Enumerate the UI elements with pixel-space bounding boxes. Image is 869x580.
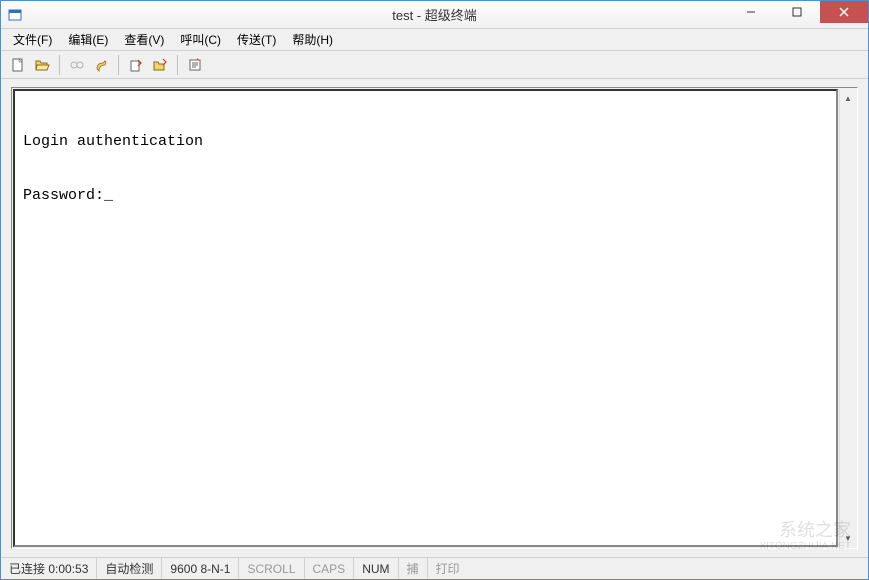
- menu-call[interactable]: 呼叫(C): [172, 29, 229, 50]
- close-button[interactable]: [820, 1, 868, 23]
- terminal-line: Login authentication Password:_: [23, 101, 828, 209]
- status-print: 打印: [428, 558, 468, 579]
- toolbar-separator: [59, 55, 60, 75]
- send-button[interactable]: [125, 54, 147, 76]
- status-connected-label: 已连接: [9, 560, 45, 577]
- status-connection: 已连接 0:00:53: [1, 558, 97, 579]
- maximize-button[interactable]: [774, 1, 820, 23]
- scroll-up-icon[interactable]: ▲: [840, 90, 856, 106]
- menu-transfer[interactable]: 传送(T): [229, 29, 284, 50]
- menu-file[interactable]: 文件(F): [5, 29, 60, 50]
- menu-help[interactable]: 帮助(H): [284, 29, 341, 50]
- menu-view[interactable]: 查看(V): [116, 29, 172, 50]
- toolbar: [1, 51, 868, 79]
- toolbar-separator: [177, 55, 178, 75]
- vertical-scrollbar[interactable]: ▲ ▼: [839, 90, 855, 546]
- properties-button[interactable]: [184, 54, 206, 76]
- disconnect-button[interactable]: [90, 54, 112, 76]
- status-scroll: SCROLL: [239, 558, 304, 579]
- cursor: _: [104, 182, 113, 209]
- menubar: 文件(F) 编辑(E) 查看(V) 呼叫(C) 传送(T) 帮助(H): [1, 29, 868, 51]
- status-caps: CAPS: [305, 558, 355, 579]
- app-icon: [7, 7, 23, 23]
- window-title: test - 超级终端: [392, 5, 477, 24]
- terminal-text: Login authentication: [23, 133, 203, 150]
- status-capture: 捕: [399, 558, 428, 579]
- content-area: Login authentication Password:_ ▲ ▼: [1, 79, 868, 557]
- password-prompt: Password:: [23, 187, 104, 204]
- minimize-button[interactable]: [728, 1, 774, 23]
- toolbar-separator: [118, 55, 119, 75]
- open-button[interactable]: [31, 54, 53, 76]
- statusbar: 已连接 0:00:53 自动检测 9600 8-N-1 SCROLL CAPS …: [1, 557, 868, 579]
- status-port: 9600 8-N-1: [162, 558, 239, 579]
- terminal[interactable]: Login authentication Password:_: [13, 89, 838, 547]
- scroll-down-icon[interactable]: ▼: [840, 530, 856, 546]
- window-controls: [728, 1, 868, 23]
- titlebar: test - 超级终端: [1, 1, 868, 29]
- menu-edit[interactable]: 编辑(E): [60, 29, 116, 50]
- terminal-frame: Login authentication Password:_ ▲ ▼: [11, 87, 858, 549]
- receive-button[interactable]: [149, 54, 171, 76]
- status-num: NUM: [354, 558, 398, 579]
- status-autodetect: 自动检测: [97, 558, 162, 579]
- app-window: test - 超级终端 文件(F) 编辑(E) 查看(V) 呼叫(C) 传送(T…: [0, 0, 869, 580]
- connect-button[interactable]: [66, 54, 88, 76]
- status-time: 0:00:53: [48, 562, 88, 576]
- new-button[interactable]: [7, 54, 29, 76]
